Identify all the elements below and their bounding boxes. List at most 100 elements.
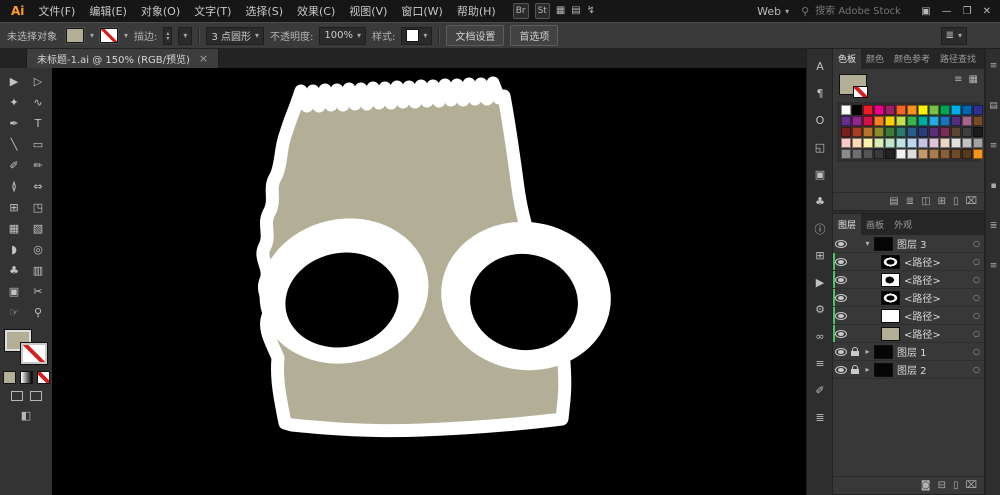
gradient-button[interactable] xyxy=(20,371,33,384)
layers-tab[interactable]: 画板 xyxy=(861,214,889,235)
swatch[interactable] xyxy=(940,105,950,115)
stock-button[interactable]: St xyxy=(535,3,550,19)
swatch[interactable] xyxy=(962,149,972,159)
character-panel-icon[interactable]: A xyxy=(816,59,824,74)
mesh-tool[interactable]: ▦ xyxy=(2,218,26,239)
panel-options-icon[interactable]: ≡ xyxy=(990,261,998,271)
menu-item[interactable]: 编辑(E) xyxy=(82,3,134,19)
layer-row[interactable]: <路径>○ xyxy=(833,271,984,289)
actions-panel-icon[interactable]: ▶ xyxy=(816,275,824,290)
stroke-swatch[interactable] xyxy=(21,343,47,364)
pen-tool[interactable]: ✒ xyxy=(2,113,26,134)
layers-tab[interactable]: 图层 xyxy=(833,214,861,235)
opentype-panel-icon[interactable]: O xyxy=(816,113,825,128)
swatch[interactable] xyxy=(874,116,884,126)
visibility-toggle[interactable] xyxy=(835,312,847,320)
fill-color-swatch[interactable] xyxy=(66,28,84,43)
direct-selection-tool[interactable]: ▷ xyxy=(26,71,50,92)
swatch[interactable] xyxy=(841,138,851,148)
canvas[interactable] xyxy=(52,68,806,495)
type-tool[interactable]: T xyxy=(26,113,50,134)
swatch[interactable] xyxy=(951,138,961,148)
minimize-button[interactable]: — xyxy=(942,6,952,17)
new-color-group-icon[interactable]: ⊞ xyxy=(938,196,946,207)
swatch[interactable] xyxy=(896,116,906,126)
stroke-caret-icon[interactable]: ▾ xyxy=(124,31,128,40)
swatch[interactable] xyxy=(852,138,862,148)
swatch[interactable] xyxy=(940,138,950,148)
pencil-tool[interactable]: ✏ xyxy=(26,155,50,176)
swatch[interactable] xyxy=(929,105,939,115)
visibility-toggle[interactable] xyxy=(835,258,847,266)
swatch[interactable] xyxy=(929,116,939,126)
swatch[interactable] xyxy=(841,105,851,115)
swatch[interactable] xyxy=(929,127,939,137)
swatch-view-icon[interactable]: ▤ xyxy=(989,101,998,111)
transform-panel-icon[interactable]: ◱ xyxy=(815,140,825,155)
visibility-toggle[interactable] xyxy=(835,294,847,302)
restore-button[interactable]: ❐ xyxy=(963,6,972,17)
menu-item[interactable]: 效果(C) xyxy=(290,3,342,19)
draw-inside-icon[interactable] xyxy=(30,391,42,401)
stroke-panel-icon[interactable]: ≣ xyxy=(815,410,824,425)
swatch[interactable] xyxy=(863,127,873,137)
selection-tool[interactable]: ▶ xyxy=(2,71,26,92)
swatch[interactable] xyxy=(907,105,917,115)
screen-mode-icon[interactable]: ◧ xyxy=(21,409,31,422)
swatch[interactable] xyxy=(973,127,983,137)
width-tool[interactable]: ≬ xyxy=(2,176,26,197)
zoom-tool[interactable]: ⚲ xyxy=(26,302,50,323)
swatch[interactable] xyxy=(885,105,895,115)
blend-tool[interactable]: ◎ xyxy=(26,239,50,260)
layer-row[interactable]: <路径>○ xyxy=(833,253,984,271)
close-button[interactable]: ✕ xyxy=(983,6,991,17)
swatch[interactable] xyxy=(907,149,917,159)
swatch[interactable] xyxy=(852,149,862,159)
list-view-icon[interactable]: ≡ xyxy=(954,74,962,85)
swatch[interactable] xyxy=(918,149,928,159)
visibility-toggle[interactable] xyxy=(835,348,847,356)
none-button[interactable] xyxy=(37,371,50,384)
swatches-tab[interactable]: 颜色 xyxy=(861,48,889,69)
create-sublayer-icon[interactable]: ⊟ xyxy=(938,480,946,491)
swatch[interactable] xyxy=(863,116,873,126)
swatch[interactable] xyxy=(896,105,906,115)
stroke-color-swatch[interactable] xyxy=(100,28,118,43)
swatch[interactable] xyxy=(907,138,917,148)
eyedropper-tool[interactable]: ◗ xyxy=(2,239,26,260)
menu-item[interactable]: 文件(F) xyxy=(31,3,82,19)
arrange-documents-icon[interactable]: ▦ xyxy=(556,4,565,18)
swatch[interactable] xyxy=(874,127,884,137)
make-clipping-mask-icon[interactable]: ◙ xyxy=(921,480,931,491)
lock-toggle[interactable] xyxy=(849,347,861,356)
swatch-libraries-icon[interactable]: ▤ xyxy=(889,196,898,207)
expand-arrow[interactable]: ▸ xyxy=(863,347,872,356)
target-circle[interactable]: ○ xyxy=(973,293,980,302)
gradient-tool[interactable]: ▧ xyxy=(26,218,50,239)
swatches-tab[interactable]: 颜色参考 xyxy=(889,48,935,69)
swatch[interactable] xyxy=(841,116,851,126)
delete-layer-icon[interactable]: ⌧ xyxy=(965,480,977,491)
swatch[interactable] xyxy=(874,138,884,148)
swatches-tab[interactable]: 色板 xyxy=(833,48,861,69)
draw-normal-icon[interactable] xyxy=(11,391,23,401)
swatch[interactable] xyxy=(852,127,862,137)
fill-caret-icon[interactable]: ▾ xyxy=(90,31,94,40)
swatch[interactable] xyxy=(918,105,928,115)
close-icon[interactable]: × xyxy=(199,52,208,65)
panel-dock-icon[interactable]: ▣ xyxy=(921,6,930,17)
pattern-panel-icon[interactable]: ⊞ xyxy=(815,248,824,263)
swatch[interactable] xyxy=(874,149,884,159)
menu-item[interactable]: 对象(O) xyxy=(134,3,187,19)
layer-row[interactable]: ▸图层 1○ xyxy=(833,343,984,361)
swatch[interactable] xyxy=(940,116,950,126)
swatch[interactable] xyxy=(863,149,873,159)
graphic-styles-panel-icon[interactable]: ⚙ xyxy=(815,302,825,317)
swatch[interactable] xyxy=(951,127,961,137)
swatch[interactable] xyxy=(896,149,906,159)
swatch[interactable] xyxy=(852,105,862,115)
magic-wand-tool[interactable]: ✦ xyxy=(2,92,26,113)
links-panel-icon[interactable]: ∞ xyxy=(815,329,824,344)
menu-item[interactable]: 帮助(H) xyxy=(450,3,503,19)
menu-item[interactable]: 文字(T) xyxy=(187,3,238,19)
